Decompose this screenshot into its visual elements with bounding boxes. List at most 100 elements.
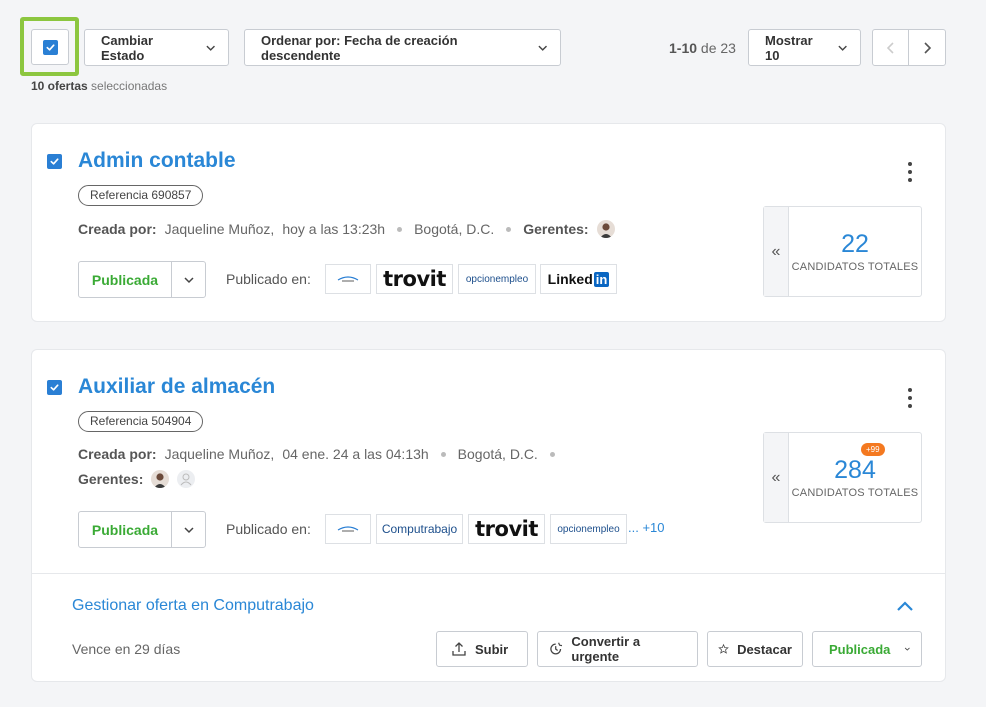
change-status-label: Cambiar Estado <box>101 32 154 63</box>
candidates-box[interactable]: « +99 284 CANDIDATOS TOTALES <box>763 432 922 523</box>
chevron-down-icon <box>838 45 847 51</box>
portal-mark-icon <box>337 276 359 282</box>
location: Bogotá, D.C. <box>414 221 495 237</box>
expires-text: Vence en 29 días <box>72 641 181 657</box>
user-placeholder-icon <box>180 473 192 486</box>
created-by-label: Creada por: <box>78 221 157 237</box>
portal-logo-trovit[interactable]: trovit <box>468 514 545 544</box>
make-urgent-label: Convertir a urgente <box>571 634 641 664</box>
check-icon <box>50 158 59 165</box>
created-date: 04 ene. 24 a las 04:13h <box>282 446 429 462</box>
pagination-total: de 23 <box>700 40 736 56</box>
pagination-range: 1-10 <box>669 40 698 56</box>
pagination-count: 1-10 de 23 <box>669 40 736 56</box>
offer-meta: Creada por: Jaqueline Muñoz, 04 ene. 24 … <box>78 446 559 462</box>
candidates-count: 284 <box>834 456 876 484</box>
portal-logo-generic[interactable] <box>325 514 371 544</box>
person-photo-icon <box>599 223 612 238</box>
upload-label: Subir <box>475 641 509 657</box>
managers-label: Gerentes: <box>523 221 589 237</box>
chevron-left-icon <box>886 41 894 54</box>
separator-dot <box>549 451 555 457</box>
chevron-right-icon <box>924 41 932 54</box>
chevron-down-icon <box>206 45 215 51</box>
linkedin-logo: Linked in <box>548 271 610 287</box>
offer-reference: Referencia 690857 <box>78 185 204 206</box>
more-portals-link[interactable]: ... +10 <box>628 520 665 535</box>
prev-page-button[interactable] <box>872 29 910 66</box>
published-on-label: Publicado en: <box>226 271 311 287</box>
section-divider <box>32 573 945 574</box>
portal-logo-generic[interactable] <box>325 264 371 294</box>
page-size-dropdown[interactable]: Mostrar 10 <box>748 29 861 66</box>
creator-name: Jaqueline Muñoz, <box>164 446 275 462</box>
status-dropdown[interactable]: Publicada <box>78 261 206 298</box>
chevron-down-icon <box>905 647 911 651</box>
separator-dot <box>397 226 403 232</box>
highlight-button[interactable]: Destacar <box>707 631 803 667</box>
offer-title[interactable]: Auxiliar de almacén <box>78 375 275 399</box>
separator-dot <box>440 451 446 457</box>
selected-count-number: 10 ofertas <box>31 79 88 93</box>
offer-title[interactable]: Admin contable <box>78 149 236 173</box>
portal-logo-trovit[interactable]: trovit <box>376 264 453 294</box>
opcionempleo-text: opcionempleo <box>557 523 620 535</box>
offer-card: Admin contable Referencia 690857 Creada … <box>31 123 946 322</box>
more-options-icon[interactable] <box>907 388 913 408</box>
published-on-label: Publicado en: <box>226 521 311 537</box>
next-page-button[interactable] <box>908 29 946 66</box>
sort-dropdown[interactable]: Ordenar por: Fecha de creación descenden… <box>244 29 561 66</box>
chevron-down-icon <box>537 45 547 51</box>
trovit-text: trovit <box>475 517 538 541</box>
portal-mark-icon <box>337 526 359 532</box>
linkedin-in-mark: in <box>593 271 610 287</box>
candidates-label: CANDIDATOS TOTALES <box>791 487 919 499</box>
location: Bogotá, D.C. <box>457 446 538 462</box>
created-by-label: Creada por: <box>78 446 157 462</box>
managers-label: Gerentes: <box>78 471 144 487</box>
portal-logo-linkedin[interactable]: Linked in <box>540 264 617 294</box>
linkedin-text: Linked <box>547 271 593 287</box>
expand-left-icon[interactable]: « <box>764 433 789 522</box>
candidates-box[interactable]: « 22 CANDIDATOS TOTALES <box>763 206 922 297</box>
sort-label: Ordenar por: Fecha de creación descenden… <box>261 32 458 63</box>
manage-offer-title[interactable]: Gestionar oferta en Computrabajo <box>72 597 314 615</box>
manager-avatar[interactable] <box>177 470 196 488</box>
created-date: hoy a las 13:23h <box>282 221 386 237</box>
expand-left-icon[interactable]: « <box>764 207 789 296</box>
chevron-down-icon <box>183 526 194 533</box>
select-all-checkbox[interactable] <box>31 29 69 65</box>
status-label: Publicada <box>79 262 172 297</box>
new-candidates-badge: +99 <box>861 443 885 456</box>
offer-meta: Creada por: Jaqueline Muñoz, hoy a las 1… <box>78 220 615 238</box>
offer-checkbox[interactable] <box>47 380 62 395</box>
portal-logo-computrabajo[interactable]: Computrabajo <box>376 514 463 544</box>
computrabajo-status-label: Publicada <box>829 641 891 657</box>
upload-icon <box>452 642 466 656</box>
person-photo-icon <box>154 473 167 488</box>
offer-reference: Referencia 504904 <box>78 411 204 432</box>
computrabajo-status-dropdown[interactable]: Publicada <box>812 631 922 667</box>
computrabajo-text: Computrabajo <box>381 522 458 536</box>
checkbox-checked-icon <box>42 39 58 55</box>
change-status-dropdown[interactable]: Cambiar Estado <box>84 29 229 66</box>
make-urgent-button[interactable]: Convertir a urgente <box>537 631 698 667</box>
highlight-label: Destacar <box>737 641 792 657</box>
more-options-icon[interactable] <box>907 162 913 182</box>
offer-checkbox[interactable] <box>47 154 62 169</box>
manager-avatar[interactable] <box>596 220 615 238</box>
portal-logo-opcionempleo[interactable]: opcionempleo <box>458 264 536 294</box>
portal-logo-opcionempleo[interactable]: opcionempleo <box>550 514 627 544</box>
managers-row: Gerentes: <box>78 470 196 488</box>
status-label: Publicada <box>79 512 172 547</box>
status-dropdown[interactable]: Publicada <box>78 511 206 548</box>
offer-card: Auxiliar de almacén Referencia 504904 Cr… <box>31 349 946 682</box>
candidates-label: CANDIDATOS TOTALES <box>791 261 919 273</box>
trovit-text: trovit <box>383 267 446 291</box>
creator-name: Jaqueline Muñoz, <box>164 221 275 237</box>
manager-avatar[interactable] <box>151 470 170 488</box>
chevron-up-icon[interactable] <box>895 599 915 613</box>
urgent-clock-icon <box>550 642 563 655</box>
upload-button[interactable]: Subir <box>436 631 528 667</box>
separator-dot <box>506 226 512 232</box>
